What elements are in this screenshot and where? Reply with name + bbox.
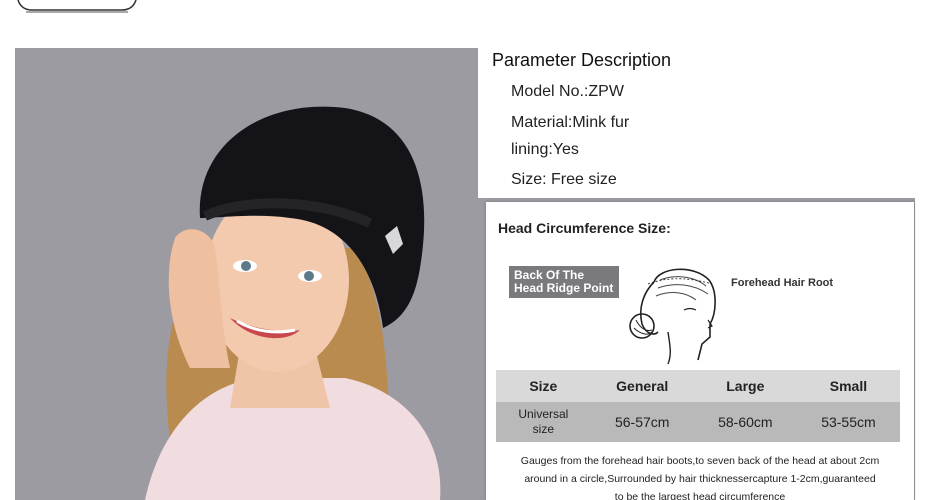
back-label-line2: Head Ridge Point [514, 281, 614, 295]
size-info: Size: Free size [511, 171, 617, 188]
back-of-head-label: Back Of The Head Ridge Point [509, 266, 619, 298]
universal-label: Universal [518, 407, 569, 421]
header-small: Small [796, 370, 900, 402]
header-size: Size [496, 370, 591, 402]
table-row: Universal size 56-57cm 58-60cm 53-55cm [496, 402, 900, 442]
header-general: General [590, 370, 694, 402]
size-table-header: Size General Large Small [496, 370, 900, 402]
size-table: Size General Large Small Universal size … [496, 370, 900, 442]
head-circumference-card: Head Circumference Size: Back Of The Hea… [486, 202, 914, 500]
note-line2: around in a circle,Surrounded by hair th… [524, 473, 876, 485]
head-sketch-icon [629, 268, 716, 365]
lining: lining:Yes [511, 141, 579, 158]
header-large: Large [693, 370, 797, 402]
model-number: Model No.:ZPW [511, 83, 624, 100]
parameter-description: Parameter Description Model No.:ZPW Mate… [478, 48, 915, 198]
head-circumference-title: Head Circumference Size: [498, 220, 671, 236]
top-ornament [17, 0, 137, 13]
universal-size-cell: Universal size [496, 402, 591, 442]
size-label: size [532, 422, 554, 436]
material: Material:Mink fur [511, 114, 630, 131]
large-value: 58-60cm [693, 402, 797, 442]
note-line3: to be the largest head circumference [614, 491, 786, 500]
measurement-note: Gauges from the forehead hair boots,to s… [500, 452, 900, 500]
note-line1: Gauges from the forehead hair boots,to s… [520, 455, 880, 467]
parameter-title: Parameter Description [492, 50, 672, 70]
small-value: 53-55cm [796, 402, 900, 442]
forehead-hair-root-label: Forehead Hair Root [731, 277, 834, 289]
general-value: 56-57cm [590, 402, 694, 442]
